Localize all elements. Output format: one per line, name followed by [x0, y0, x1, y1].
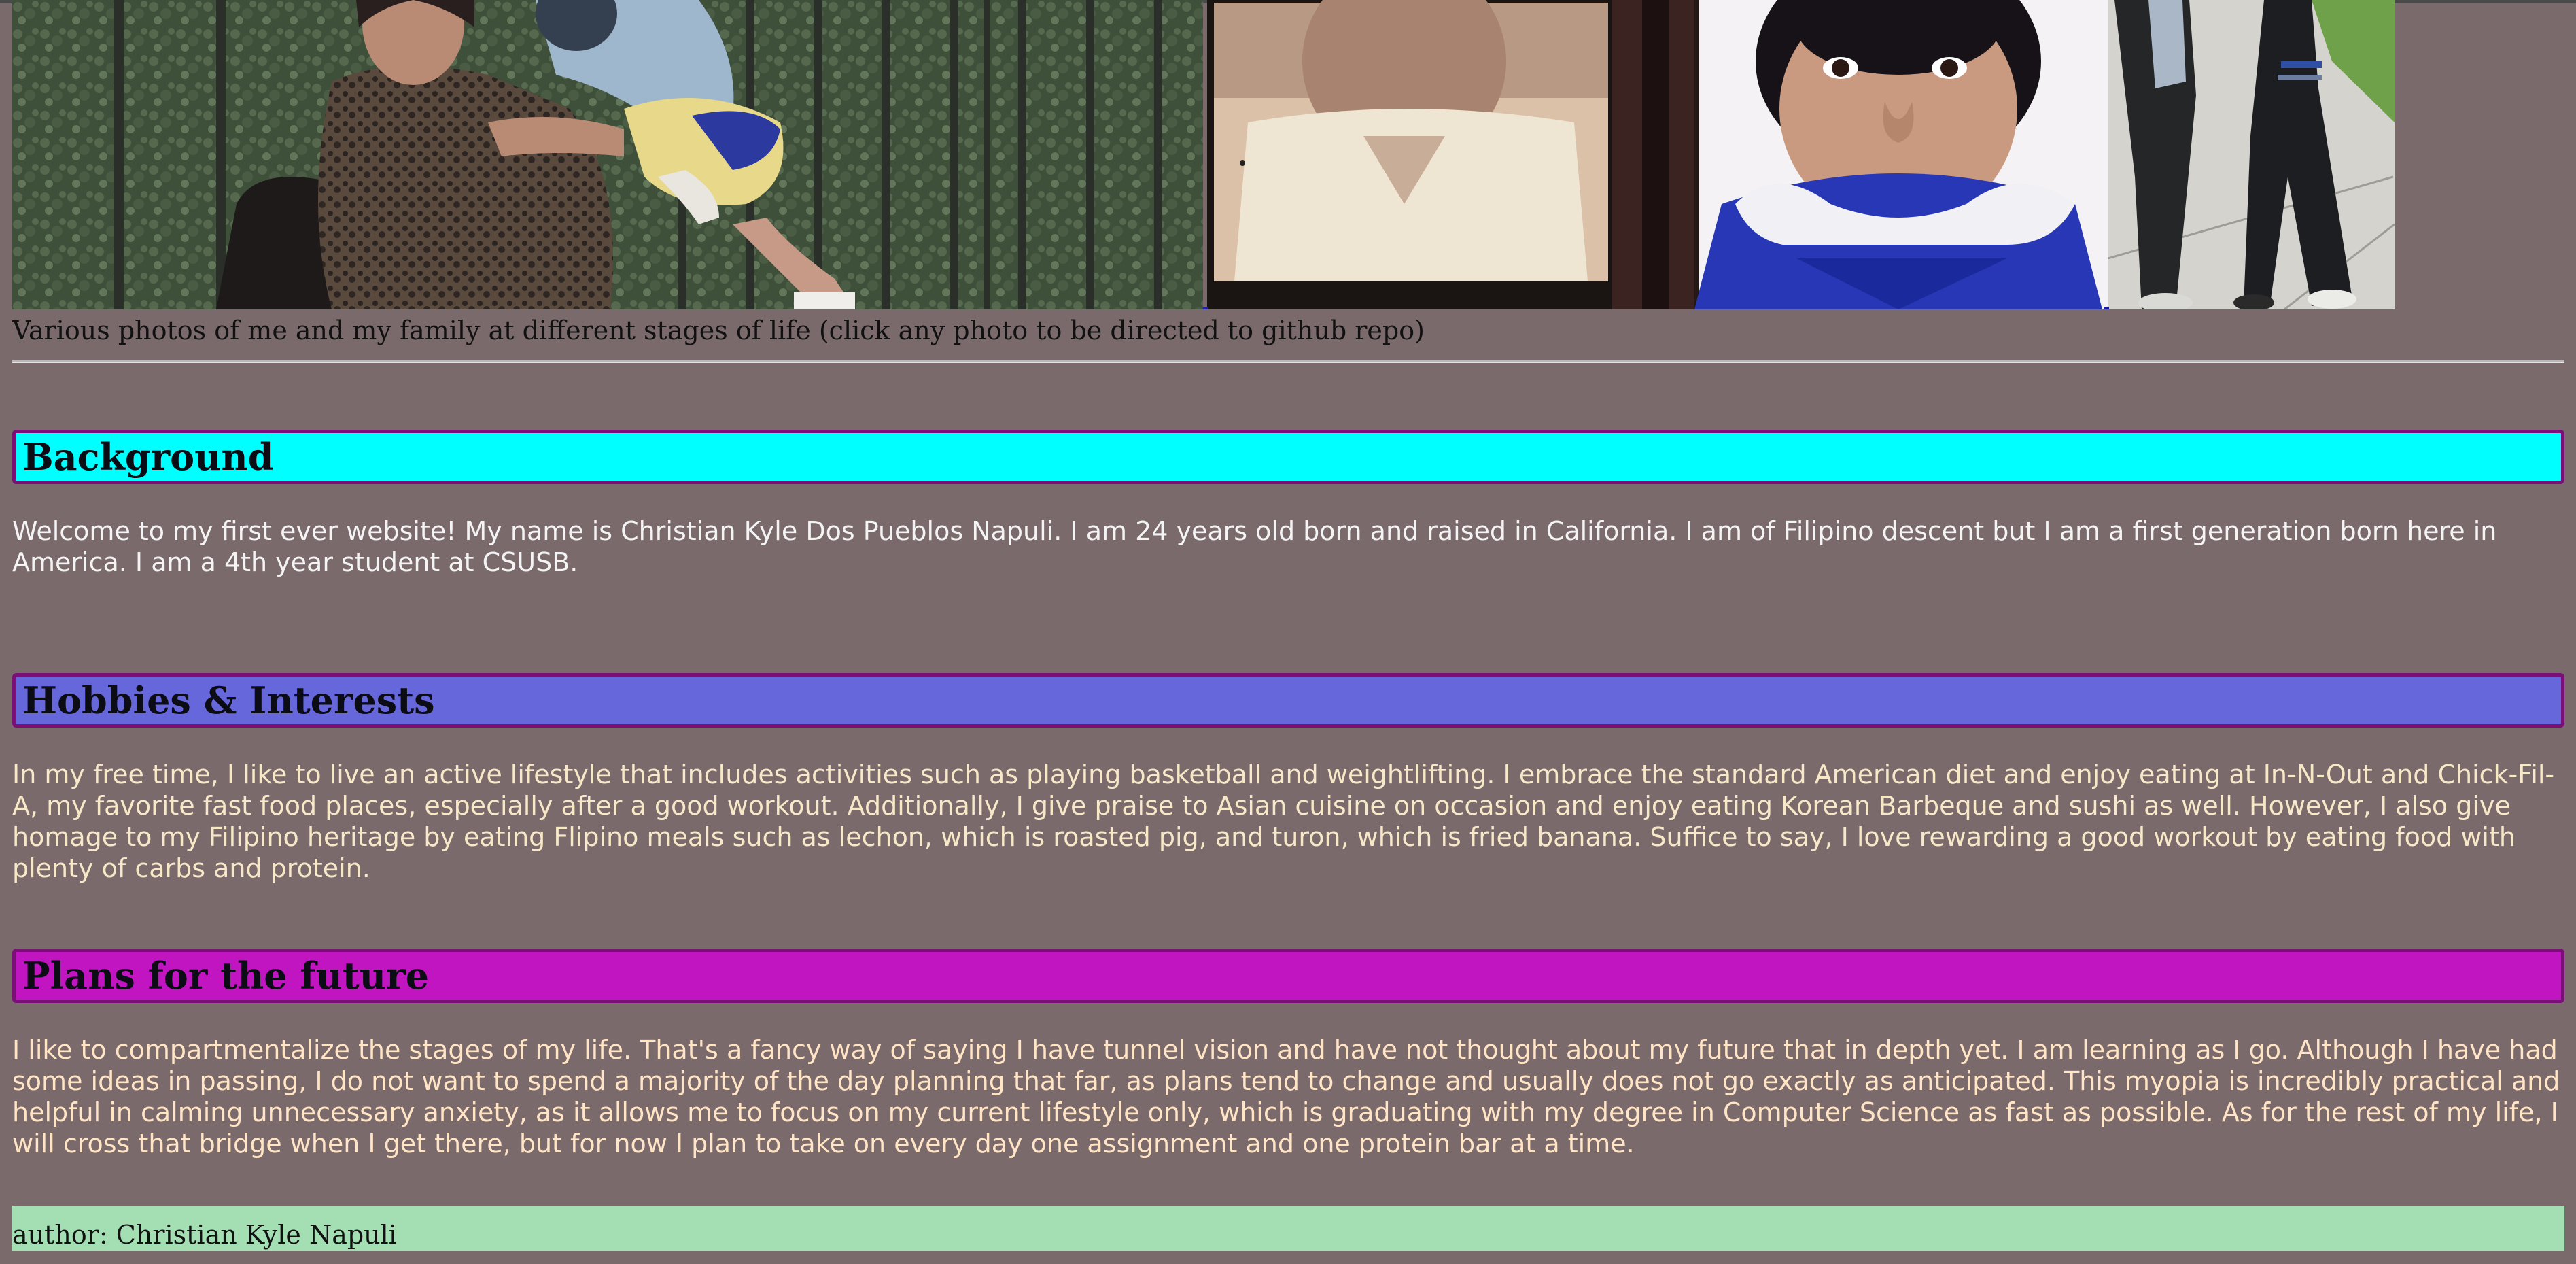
plans-paragraph: I like to compartmentalize the stages of… — [12, 1035, 2560, 1159]
hobbies-paragraph: In my free time, I like to live an activ… — [12, 759, 2555, 883]
photo-link-walking[interactable] — [2108, 0, 2395, 309]
photo-link-family[interactable] — [12, 0, 1203, 309]
photo-gallery — [12, 0, 2395, 309]
walking-photo-image — [2108, 0, 2395, 309]
background-heading: Background — [12, 429, 2564, 484]
author-footer: author: Christian Kyle Napuli — [12, 1206, 2564, 1251]
child-portrait-image — [1694, 0, 2114, 309]
link-underline — [2104, 307, 2109, 309]
plans-heading: Plans for the future — [12, 948, 2564, 1003]
photo-link-vintage[interactable] — [1207, 0, 1698, 309]
vintage-portrait-image — [1207, 0, 1698, 309]
photo-link-child[interactable] — [1694, 0, 2114, 309]
background-paragraph: Welcome to my first ever website! My nam… — [12, 516, 2497, 577]
gallery-caption: Various photos of me and my family at di… — [12, 315, 1425, 345]
family-photo-image — [12, 0, 1203, 309]
horizontal-divider — [12, 360, 2564, 363]
link-underline — [1203, 307, 1208, 309]
hobbies-heading: Hobbies & Interests — [12, 672, 2564, 728]
